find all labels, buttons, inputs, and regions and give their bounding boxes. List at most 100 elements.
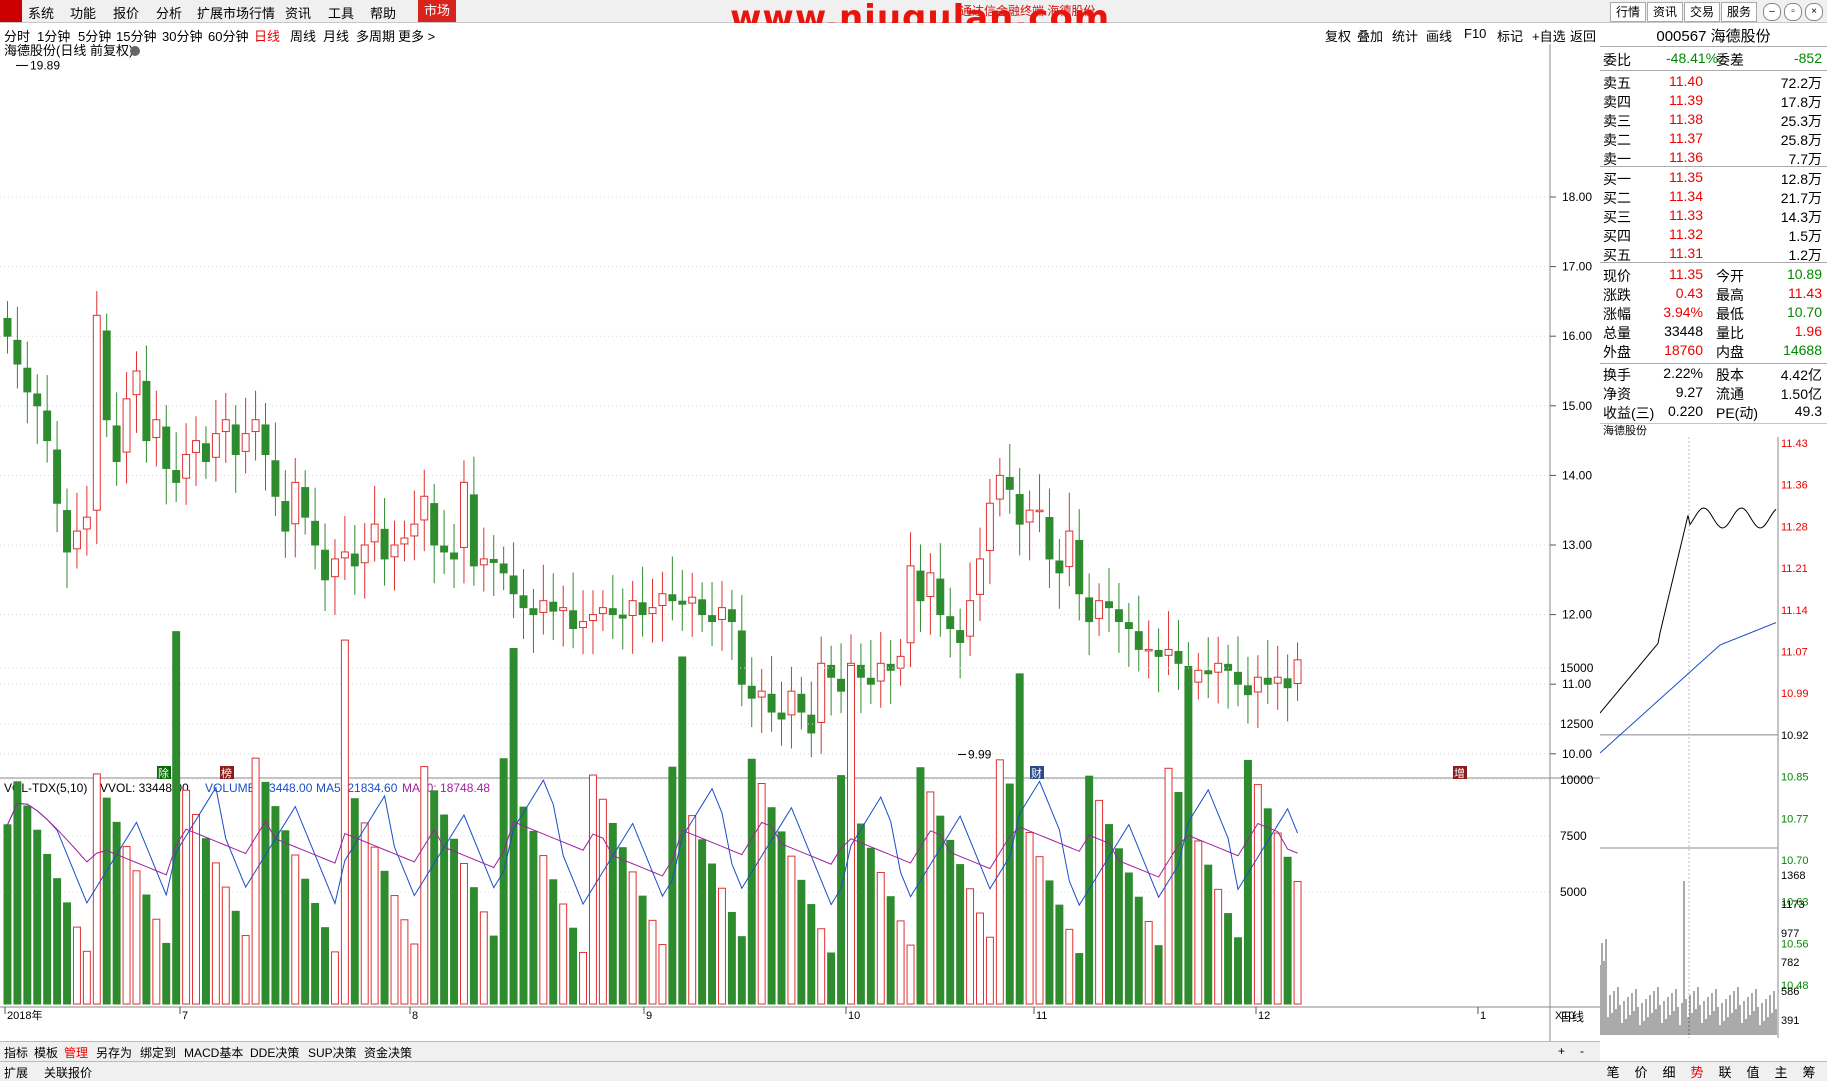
tool-adjust[interactable]: 复权 (1325, 26, 1351, 45)
ask-row[interactable]: 卖二 11.37 25.8万 (1600, 130, 1827, 149)
volume-bar (82, 950, 91, 1005)
tf-60min[interactable]: 60分钟 (208, 26, 248, 45)
menu-news[interactable]: 资讯 (285, 3, 311, 22)
tf-1min[interactable]: 1分钟 (37, 26, 70, 45)
candle (469, 494, 478, 567)
volume-bar (817, 928, 826, 1005)
volume-bar (162, 942, 171, 1005)
menu-system[interactable]: 系统 (28, 3, 54, 22)
intraday-tab[interactable]: 联 (1712, 1062, 1738, 1080)
candle (817, 662, 826, 723)
menu-help[interactable]: 帮助 (370, 3, 396, 22)
zoom-in-icon[interactable]: + (1558, 1044, 1565, 1058)
tab-service[interactable]: 服务 (1721, 2, 1758, 22)
tool-draw[interactable]: 画线 (1426, 26, 1452, 45)
candle (43, 410, 52, 442)
intraday-tab[interactable]: 笔 (1600, 1062, 1626, 1080)
ask-row[interactable]: 卖三 11.38 25.3万 (1600, 111, 1827, 130)
candle (886, 663, 895, 671)
ask-row[interactable]: 卖五 11.40 72.2万 (1600, 73, 1827, 92)
bid-row[interactable]: 买三 11.33 14.3万 (1600, 207, 1827, 226)
volume-bar (261, 781, 270, 1005)
candle (1283, 678, 1292, 689)
tf-multi[interactable]: 多周期 (356, 26, 395, 45)
tab-indicator[interactable]: 指标 (4, 1044, 28, 1061)
candle (1234, 671, 1242, 685)
minimize-icon[interactable]: – (1763, 3, 1781, 21)
volume-bar (727, 911, 736, 1005)
menu-ext-market[interactable]: 扩展市场行情 (197, 3, 275, 22)
tf-weekly[interactable]: 周线 (290, 26, 316, 45)
tool-back[interactable]: 返回 (1570, 26, 1596, 45)
intraday-tab[interactable]: 筹 (1796, 1062, 1822, 1080)
candle (926, 572, 935, 598)
ask-row[interactable]: 卖四 11.39 17.8万 (1600, 92, 1827, 111)
candle (479, 558, 488, 566)
quote-panel: 000567 海德股份 委比 -48.41% 委差 -852 卖五 11.40 72… (1600, 23, 1827, 427)
tab-template[interactable]: 模板 (34, 1044, 58, 1061)
intraday-tab[interactable]: 细 (1656, 1062, 1682, 1080)
market-button[interactable]: 市场 (418, 0, 456, 22)
zoom-out-icon[interactable]: - (1580, 1044, 1584, 1058)
volume-bar (102, 797, 111, 1005)
app-logo-icon (0, 0, 22, 22)
restore-icon[interactable]: ▫ (1784, 3, 1802, 21)
candle (827, 664, 836, 678)
tf-5min[interactable]: 5分钟 (78, 26, 111, 45)
tab-save-as[interactable]: 另存为 (96, 1044, 132, 1061)
tab-trade[interactable]: 交易 (1684, 2, 1721, 22)
tf-intraday[interactable]: 分时 (4, 26, 30, 45)
menu-tools[interactable]: 工具 (328, 3, 354, 22)
tab-fund[interactable]: 资金决策 (364, 1044, 412, 1061)
tool-overlay[interactable]: 叠加 (1357, 26, 1383, 45)
tf-15min[interactable]: 15分钟 (116, 26, 156, 45)
menu-analysis[interactable]: 分析 (156, 3, 182, 22)
price-tick-label: 12.00 (1562, 608, 1592, 622)
intraday-chart[interactable]: 海德股份 11.43 11.36 11.28 11.21 11.14 11.07 10.99 1… (1600, 423, 1827, 1038)
bid-row[interactable]: 买二 11.34 21.7万 (1600, 188, 1827, 207)
tool-stats[interactable]: 统计 (1392, 26, 1418, 45)
tf-30min[interactable]: 30分钟 (162, 26, 202, 45)
close-icon[interactable]: × (1805, 3, 1823, 21)
tab-bind-to[interactable]: 绑定到 (140, 1044, 176, 1061)
candle (420, 495, 429, 521)
candle (63, 510, 71, 553)
candle (1154, 649, 1163, 657)
tab-macd[interactable]: MACD基本 (184, 1044, 243, 1061)
volume-bar (1144, 920, 1153, 1005)
candle (1105, 601, 1113, 609)
tool-add-watchlist[interactable]: +自选 (1532, 26, 1566, 45)
candle (1095, 600, 1104, 619)
price-tick-label: 18.00 (1562, 190, 1592, 204)
candle (837, 678, 846, 692)
kline-chart[interactable]: 18.00 17.00 16.00 15.00 14.00 13.00 12.00 11.00… (0, 44, 1600, 1041)
volume-bar (192, 813, 200, 1005)
candle (1035, 509, 1044, 513)
intraday-vol-tick: 782 (1781, 957, 1799, 969)
status-ext[interactable]: 扩展 (4, 1064, 28, 1081)
tab-quote[interactable]: 行情 (1610, 2, 1647, 22)
intraday-tab[interactable]: 价 (1628, 1062, 1654, 1080)
intraday-tab[interactable]: 势 (1684, 1062, 1710, 1080)
tab-manage[interactable]: 管理 (64, 1044, 88, 1061)
tf-daily[interactable]: 日线 (254, 26, 280, 45)
tab-sup[interactable]: SUP决策 (308, 1044, 357, 1061)
candle (281, 501, 290, 532)
tool-f10[interactable]: F10 (1464, 26, 1486, 41)
bid-row[interactable]: 买四 11.32 1.5万 (1600, 226, 1827, 245)
volume-bar (63, 902, 71, 1005)
intraday-tab[interactable]: 主 (1768, 1062, 1794, 1080)
intraday-tab[interactable]: 值 (1740, 1062, 1766, 1080)
bid-row[interactable]: 买一 11.35 12.8万 (1600, 169, 1827, 188)
chart-menu-icon (130, 46, 140, 56)
tf-monthly[interactable]: 月线 (323, 26, 349, 45)
tool-mark[interactable]: 标记 (1497, 26, 1523, 45)
date-tick-label: 1 (1480, 1010, 1486, 1022)
tf-more[interactable]: 更多 > (398, 26, 435, 45)
menu-quote[interactable]: 报价 (113, 3, 139, 22)
tab-dde[interactable]: DDE决策 (250, 1044, 299, 1061)
date-tick-label: 12 (1258, 1010, 1270, 1022)
tab-news[interactable]: 资讯 (1647, 2, 1684, 22)
menu-function[interactable]: 功能 (70, 3, 96, 22)
status-linked-quote[interactable]: 关联报价 (44, 1064, 92, 1081)
